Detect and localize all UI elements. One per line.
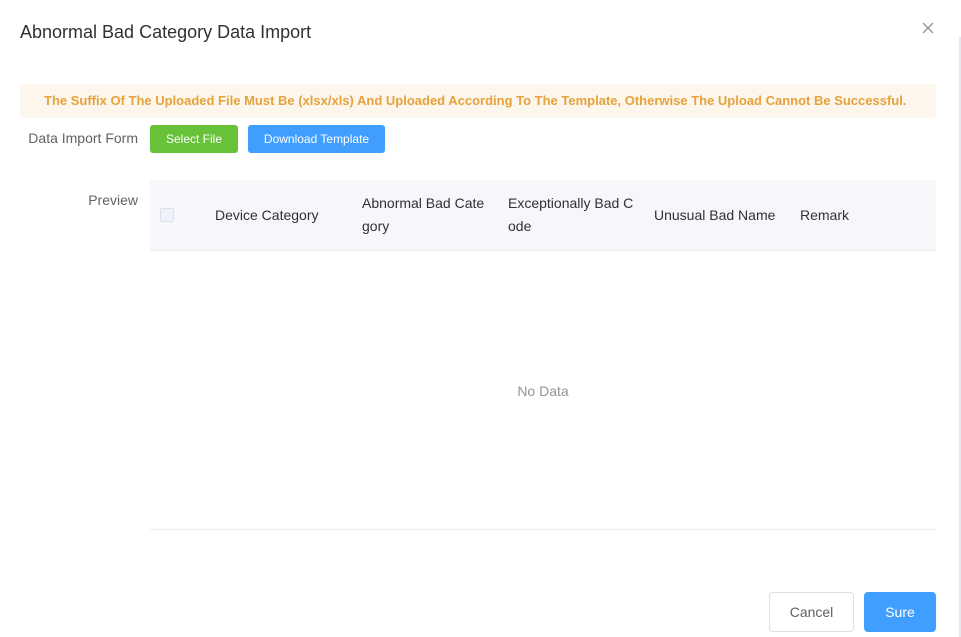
cancel-button[interactable]: Cancel xyxy=(769,592,854,632)
table-header: Device Category Abnormal Bad Cate gory E… xyxy=(150,180,936,251)
column-header-remark[interactable]: Remark xyxy=(790,180,936,250)
close-icon xyxy=(922,22,934,34)
upload-warning-alert: The Suffix Of The Uploaded File Must Be … xyxy=(20,84,936,118)
dialog-title: Abnormal Bad Category Data Import xyxy=(20,22,312,42)
select-all-cell xyxy=(150,180,200,250)
select-all-checkbox[interactable] xyxy=(160,208,174,222)
close-button[interactable] xyxy=(920,20,936,36)
data-import-form-label: Data Import Form xyxy=(28,130,138,146)
download-template-button[interactable]: Download Template xyxy=(248,125,385,153)
empty-state-text: No Data xyxy=(517,382,569,399)
preview-label: Preview xyxy=(88,192,138,208)
sure-button[interactable]: Sure xyxy=(864,592,936,632)
import-dialog: Abnormal Bad Category Data Import The Su… xyxy=(0,0,961,637)
column-header-unusual-bad-name[interactable]: Unusual Bad Name xyxy=(644,180,790,250)
preview-table: Device Category Abnormal Bad Cate gory E… xyxy=(150,180,936,530)
column-header-device-category[interactable]: Device Category xyxy=(205,180,351,250)
select-file-button[interactable]: Select File xyxy=(150,125,238,153)
column-header-abnormal-bad-category[interactable]: Abnormal Bad Cate gory xyxy=(352,180,498,250)
table-bottom-divider xyxy=(150,529,936,530)
column-header-exceptionally-bad-code[interactable]: Exceptionally Bad C ode xyxy=(498,180,644,250)
